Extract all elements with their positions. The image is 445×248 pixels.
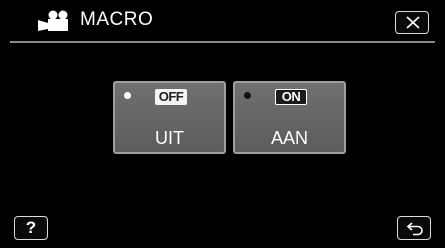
macro-on-button[interactable]: ON AAN <box>233 81 346 154</box>
header-bar: MACRO <box>0 0 445 38</box>
page-title: MACRO <box>80 9 154 30</box>
header-divider <box>10 41 435 43</box>
on-label: AAN <box>270 128 308 148</box>
close-button[interactable] <box>395 11 429 34</box>
on-badge: ON <box>275 89 307 105</box>
off-label: UIT <box>155 128 184 148</box>
unselected-indicator-dot <box>244 92 251 99</box>
selected-indicator-dot <box>124 92 131 99</box>
close-icon <box>406 16 420 29</box>
macro-off-button[interactable]: OFF UIT <box>113 81 226 154</box>
help-button[interactable]: ? <box>14 216 48 240</box>
back-button[interactable] <box>397 216 431 240</box>
return-icon <box>406 222 423 236</box>
off-badge: OFF <box>155 89 187 105</box>
video-camera-icon <box>38 10 68 31</box>
